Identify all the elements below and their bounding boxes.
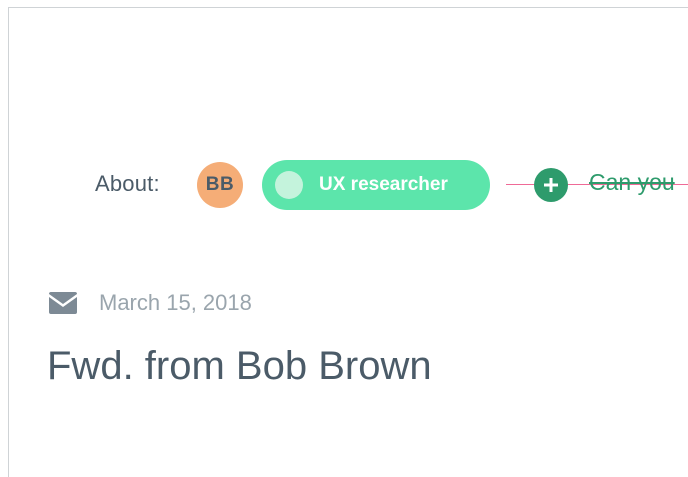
- about-label: About:: [95, 171, 160, 196]
- email-title: Fwd. from Bob Brown: [47, 344, 432, 388]
- avatar-initials: BB: [205, 174, 235, 195]
- plus-icon: [544, 178, 558, 192]
- mail-icon: [49, 292, 77, 314]
- tag-dot-icon: [275, 171, 303, 199]
- email-date: March 15, 2018: [99, 290, 252, 315]
- add-button[interactable]: [534, 168, 568, 202]
- task-text[interactable]: Can you: [589, 169, 675, 196]
- email-meta-row: March 15, 2018: [49, 284, 649, 324]
- avatar[interactable]: BB: [197, 162, 243, 208]
- about-row: About: BB UX researcher Can you: [9, 158, 688, 214]
- tag-label: UX researcher: [319, 174, 448, 195]
- tag-ux-researcher[interactable]: UX researcher: [262, 160, 490, 210]
- content-panel: About: BB UX researcher Can you March 15…: [8, 7, 688, 477]
